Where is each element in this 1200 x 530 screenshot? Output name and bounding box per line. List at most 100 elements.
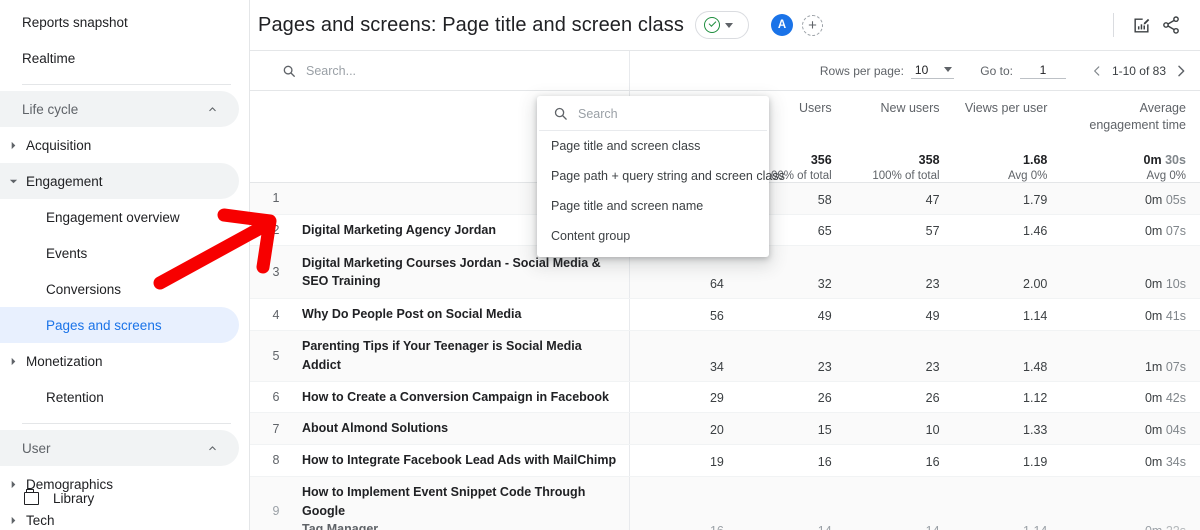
sidebar-divider-2 [22, 423, 231, 424]
cell-views-per-user: 1.14 [954, 524, 1062, 530]
sidebar-item-conversions[interactable]: Conversions [0, 271, 239, 307]
sidebar-item-label: Engagement [26, 173, 103, 189]
dropdown-option-page-path-query-string-and-screen-class[interactable]: Page path + query string and screen clas… [537, 161, 785, 191]
dropdown-search-input[interactable]: Search [539, 100, 767, 131]
sidebar-item-acquisition[interactable]: Acquisition [0, 127, 239, 163]
column-total: 358 100% of total [872, 153, 940, 182]
rows-per-page-label: Rows per page: [819, 63, 904, 78]
sidebar-item-label: Retention [46, 389, 104, 405]
add-comparison-button[interactable]: + [801, 14, 823, 36]
column-header-average-engagement-time[interactable]: Average engagement time 0m 30s Avg 0% [1061, 91, 1200, 182]
dimension-dropdown-menu[interactable]: Search Page title and screen class Page … [537, 96, 785, 257]
sidebar-item-pages-and-screens[interactable]: Pages and screens [0, 307, 239, 343]
table-row[interactable]: 7 About Almond Solutions 20 15 10 1.33 0… [250, 413, 1200, 445]
cell-engagement-time: 0m 41s [1144, 309, 1186, 323]
sidebar-item-label: Library [53, 490, 95, 506]
chevron-up-icon [206, 442, 219, 455]
sidebar-item-label: Engagement overview [46, 209, 180, 225]
row-title[interactable]: About Almond Solutions [302, 419, 448, 438]
edit-chart-icon[interactable] [1126, 10, 1156, 40]
row-rank: 2 [272, 222, 280, 237]
cell-engagement-time: 0m 10s [1144, 277, 1186, 292]
table-row[interactable]: 8 How to Integrate Facebook Lead Ads wit… [250, 445, 1200, 477]
cell-views-per-user: 1.14 [1023, 309, 1048, 323]
sidebar-item-label: Acquisition [26, 137, 92, 153]
previous-page-button[interactable] [1084, 58, 1110, 84]
column-total: 0m 30s Avg 0% [1143, 153, 1186, 182]
sidebar-group-user[interactable]: User [0, 430, 239, 466]
dropdown-option-content-group[interactable]: Content group [537, 221, 769, 251]
cell-new-users: 14 [846, 524, 954, 530]
row-rank: 8 [272, 453, 280, 468]
table-row[interactable]: 4 Why Do People Post on Social Media 56 … [250, 299, 1200, 331]
table-row[interactable]: 9 How to Implement Event Snippet Code Th… [250, 476, 1200, 530]
header-separator [1113, 13, 1114, 37]
rows-per-page-value: 10 [914, 62, 929, 77]
goto-page-input[interactable]: 1 [1019, 63, 1066, 79]
row-title[interactable]: How to Implement Event Snippet Code Thro… [302, 483, 619, 530]
analytics-app: Reports snapshot Realtime Life cycle Acq… [0, 0, 1200, 530]
search-placeholder: Search... [306, 63, 357, 78]
row-title[interactable]: Why Do People Post on Social Media [302, 305, 521, 324]
row-metrics: 56 49 49 1.14 0m 41s [630, 299, 1200, 330]
sidebar-item-monetization[interactable]: Monetization [0, 343, 239, 379]
cell-new-users: 47 [925, 192, 940, 207]
share-icon[interactable] [1156, 10, 1186, 40]
chevron-up-icon [206, 103, 219, 116]
search-input[interactable]: Search... [250, 51, 630, 90]
main-content: Pages and screens: Page title and screen… [250, 0, 1200, 530]
report-header: Pages and screens: Page title and screen… [250, 0, 1200, 51]
sidebar-item-engagement[interactable]: Engagement [0, 163, 239, 199]
table-toolbar: Search... Rows per page: 10 Go to: 1 1-1… [250, 51, 1200, 91]
row-dimension: 6 How to Create a Conversion Campaign in… [250, 381, 630, 413]
left-sidebar: Reports snapshot Realtime Life cycle Acq… [0, 0, 250, 530]
comparison-selector[interactable] [694, 11, 749, 39]
dropdown-search-placeholder: Search [578, 106, 618, 121]
row-metrics: 19 16 16 1.19 0m 34s [630, 445, 1200, 476]
row-rank: 4 [272, 307, 280, 322]
cell-views: 19 [709, 454, 724, 469]
library-folder-icon [24, 488, 39, 505]
cell-views-per-user: 1.12 [1023, 391, 1048, 406]
sidebar-item-reports-snapshot[interactable]: Reports snapshot [0, 4, 239, 40]
row-title[interactable]: Digital Marketing Agency Jordan [302, 221, 496, 240]
cell-engagement-time: 0m 22s [1061, 524, 1200, 530]
row-dimension: 7 About Almond Solutions [250, 413, 630, 444]
row-dimension: 8 How to Integrate Facebook Lead Ads wit… [250, 445, 630, 476]
cell-views: 16 [630, 524, 738, 530]
cell-views-per-user: 1.19 [1023, 454, 1048, 469]
cell-engagement-time: 1m 07s [1144, 359, 1186, 374]
cell-engagement-time: 0m 07s [1144, 224, 1186, 239]
search-icon [553, 106, 568, 121]
row-title[interactable]: How to Create a Conversion Campaign in F… [302, 388, 609, 407]
row-rank: 1 [272, 191, 280, 206]
row-title[interactable]: Parenting Tips if Your Teenager is Socia… [302, 337, 619, 375]
dropdown-option-page-title-and-screen-name[interactable]: Page title and screen name [537, 191, 769, 221]
cell-views: 29 [709, 391, 724, 406]
row-title[interactable]: Digital Marketing Courses Jordan - Socia… [302, 254, 619, 292]
sidebar-item-realtime[interactable]: Realtime [0, 40, 239, 76]
sidebar-group-life-cycle[interactable]: Life cycle [0, 91, 239, 127]
column-header-views-per-user[interactable]: Views per user 1.68 Avg 0% [954, 91, 1062, 182]
column-header-new-users[interactable]: New users 358 100% of total [846, 91, 954, 182]
avatar[interactable]: A [770, 14, 793, 36]
sidebar-item-events[interactable]: Events [0, 235, 239, 271]
cell-new-users: 49 [925, 309, 940, 323]
sidebar-item-retention[interactable]: Retention [0, 379, 239, 415]
sidebar-item-label: Reports snapshot [22, 14, 128, 30]
cell-views: 20 [709, 423, 724, 437]
rows-per-page-select[interactable]: 10 [910, 62, 955, 79]
next-page-button[interactable] [1168, 58, 1194, 84]
cell-users: 14 [738, 524, 846, 530]
cell-users: 16 [817, 454, 832, 469]
row-title[interactable]: How to Integrate Facebook Lead Ads with … [302, 451, 616, 470]
dropdown-option-page-title-and-screen-class[interactable]: Page title and screen class [537, 131, 769, 161]
sidebar-item-label: Pages and screens [46, 317, 162, 333]
cell-views-per-user: 1.33 [1023, 423, 1048, 437]
sidebar-item-engagement-overview[interactable]: Engagement overview [0, 199, 239, 235]
cell-views-per-user: 1.46 [1023, 224, 1048, 239]
sidebar-item-library[interactable]: Library [0, 480, 249, 516]
cell-users: 26 [817, 391, 832, 406]
table-row[interactable]: 6 How to Create a Conversion Campaign in… [250, 381, 1200, 414]
table-row[interactable]: 5 Parenting Tips if Your Teenager is Soc… [250, 331, 1200, 382]
